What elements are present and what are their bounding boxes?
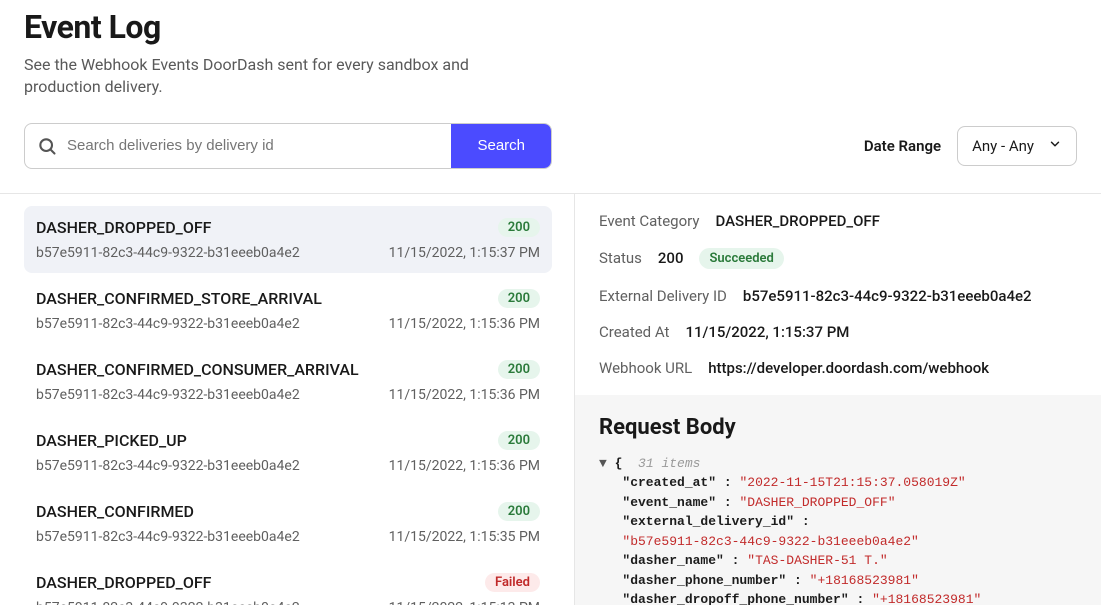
event-timestamp: 11/15/2022, 1:15:36 PM bbox=[389, 458, 540, 474]
search-bar: Search bbox=[24, 123, 552, 169]
event-id: b57e5911-82c3-44c9-9322-b31eeeb0a4e2 bbox=[36, 529, 300, 545]
search-button[interactable]: Search bbox=[451, 124, 551, 168]
date-range-value: Any - Any bbox=[972, 137, 1034, 155]
event-timestamp: 11/15/2022, 1:15:35 PM bbox=[389, 529, 540, 545]
detail-extid-label: External Delivery ID bbox=[599, 287, 727, 305]
event-name: DASHER_CONFIRMED_STORE_ARRIVAL bbox=[36, 289, 322, 308]
event-name: DASHER_PICKED_UP bbox=[36, 431, 187, 450]
event-id: b57e5911-82c3-44c9-9322-b31eeeb0a4e2 bbox=[36, 458, 300, 474]
page-subtitle: See the Webhook Events DoorDash sent for… bbox=[24, 54, 484, 99]
detail-category-label: Event Category bbox=[599, 212, 699, 230]
event-name: DASHER_DROPPED_OFF bbox=[36, 218, 211, 237]
status-badge: Failed bbox=[485, 573, 540, 592]
event-list: DASHER_DROPPED_OFF 200 b57e5911-82c3-44c9-… bbox=[24, 194, 575, 605]
event-item[interactable]: DASHER_CONFIRMED 200 b57e5911-82c3-44c9-93… bbox=[24, 490, 552, 557]
event-item[interactable]: DASHER_CONFIRMED_CONSUMER_ARRIVAL 200 b57e… bbox=[24, 348, 552, 415]
event-item[interactable]: DASHER_PICKED_UP 200 b57e5911-82c3-44c9-93… bbox=[24, 419, 552, 486]
detail-created-label: Created At bbox=[599, 323, 669, 341]
status-badge: 200 bbox=[498, 360, 540, 379]
event-detail-panel: Event Category DASHER_DROPPED_OFF Status… bbox=[575, 194, 1101, 605]
request-body-json: ▼ { 31 items "created_at" : "2022-11-15T… bbox=[599, 454, 1077, 605]
status-badge: 200 bbox=[498, 431, 540, 450]
detail-status-label: Status bbox=[599, 249, 642, 267]
search-icon bbox=[37, 136, 57, 156]
request-body-section: Request Body ▼ { 31 items "created_at" :… bbox=[575, 395, 1101, 605]
event-item[interactable]: DASHER_CONFIRMED_STORE_ARRIVAL 200 b57e591… bbox=[24, 277, 552, 344]
detail-status-code: 200 bbox=[658, 249, 684, 267]
event-id: b57e5911-82c3-44c9-9322-b31eeeb0a4e2 bbox=[36, 245, 300, 261]
detail-webhook-label: Webhook URL bbox=[599, 359, 692, 377]
status-badge: 200 bbox=[498, 218, 540, 237]
event-name: DASHER_CONFIRMED bbox=[36, 502, 194, 521]
detail-extid-value: b57e5911-82c3-44c9-9322-b31eeeb0a4e2 bbox=[743, 287, 1032, 305]
date-range-select[interactable]: Any - Any bbox=[957, 126, 1077, 166]
event-id: b57e5911-82c3-44c9-9322-b31eeeb0a4e2 bbox=[36, 316, 300, 332]
detail-webhook-value: https://developer.doordash.com/webhook bbox=[708, 359, 989, 377]
status-badge: 200 bbox=[498, 289, 540, 308]
date-range-label: Date Range bbox=[864, 137, 941, 155]
page-title: Event Log bbox=[24, 8, 1077, 46]
event-item[interactable]: DASHER_DROPPED_OFF Failed b57e5911-82c3-44… bbox=[24, 561, 552, 605]
event-id: b57e5911-82c3-44c9-9322-b31eeeb0a4e2 bbox=[36, 387, 300, 403]
event-timestamp: 11/15/2022, 1:15:36 PM bbox=[389, 387, 540, 403]
request-body-title: Request Body bbox=[599, 415, 1077, 440]
chevron-down-icon bbox=[1048, 137, 1062, 155]
status-badge: 200 bbox=[498, 502, 540, 521]
event-name: DASHER_CONFIRMED_CONSUMER_ARRIVAL bbox=[36, 360, 359, 379]
detail-status-pill: Succeeded bbox=[699, 248, 783, 269]
detail-category-value: DASHER_DROPPED_OFF bbox=[715, 212, 880, 230]
event-timestamp: 11/15/2022, 1:15:13 PM bbox=[389, 600, 540, 605]
json-toggle-icon[interactable]: ▼ bbox=[599, 456, 607, 471]
detail-created-value: 11/15/2022, 1:15:37 PM bbox=[685, 323, 849, 341]
event-id: b57e5911-82c3-44c9-9322-b31eeeb0a4e2 bbox=[36, 600, 300, 605]
search-input[interactable] bbox=[67, 124, 439, 168]
event-item[interactable]: DASHER_DROPPED_OFF 200 b57e5911-82c3-44c9-… bbox=[24, 206, 552, 273]
event-timestamp: 11/15/2022, 1:15:36 PM bbox=[389, 316, 540, 332]
event-timestamp: 11/15/2022, 1:15:37 PM bbox=[389, 245, 540, 261]
event-name: DASHER_DROPPED_OFF bbox=[36, 573, 211, 592]
